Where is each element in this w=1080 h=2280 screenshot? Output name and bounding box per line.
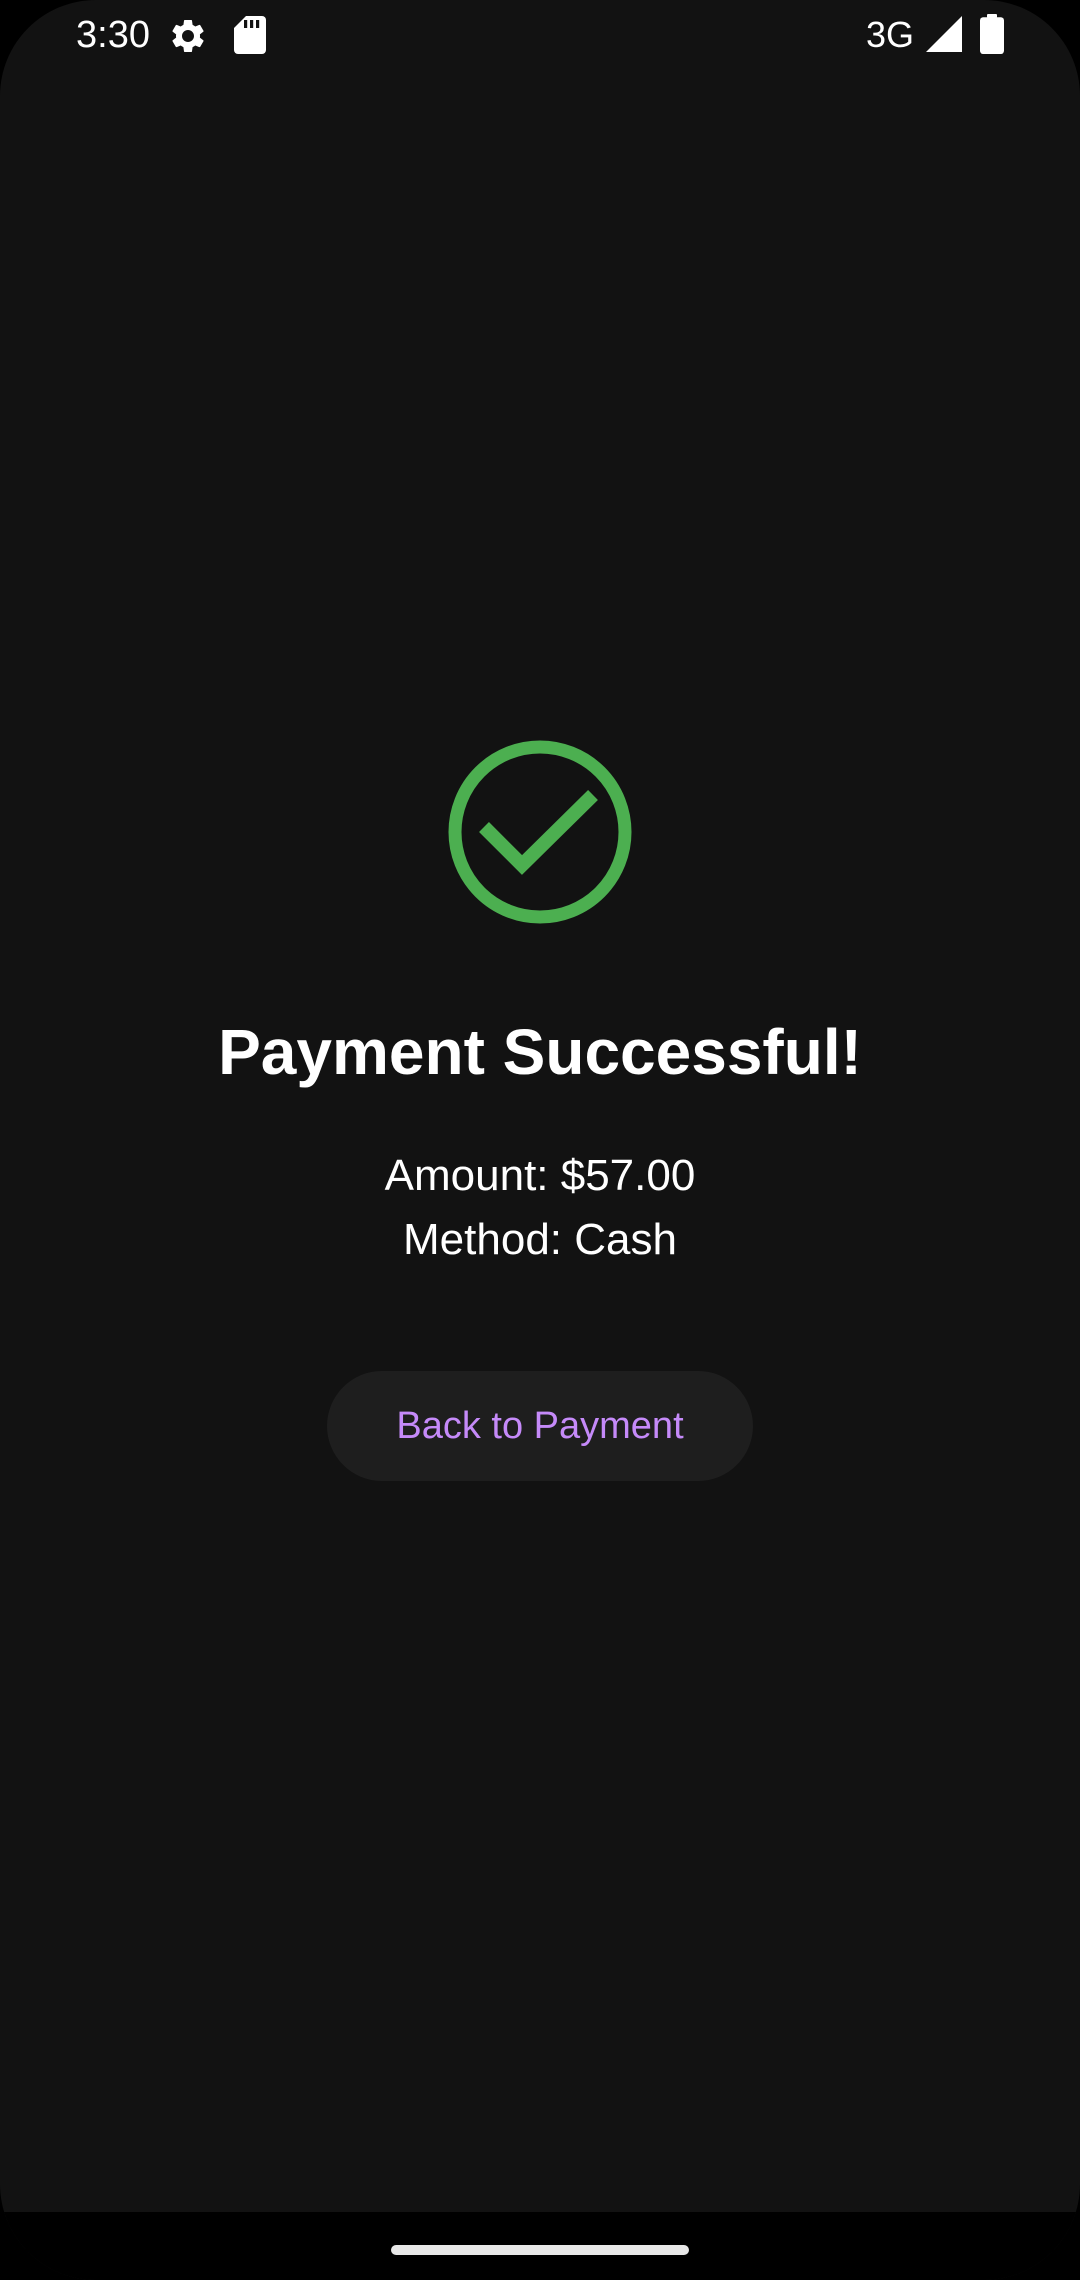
payment-amount: Amount: $57.00 [384,1151,696,1200]
back-to-payment-button[interactable]: Back to Payment [327,1371,753,1481]
payment-method: Method: Cash [403,1215,677,1264]
navigation-bar [0,2212,1080,2280]
payment-result-screen: Payment Successful! Amount: $57.00 Metho… [0,0,1080,2212]
check-circle-icon [448,740,632,924]
home-gesture-handle[interactable] [391,2245,689,2255]
payment-status-title: Payment Successful! [218,1016,862,1088]
phone-screen: 3:30 3G Payment Successful! Amount: $57.… [0,0,1080,2280]
